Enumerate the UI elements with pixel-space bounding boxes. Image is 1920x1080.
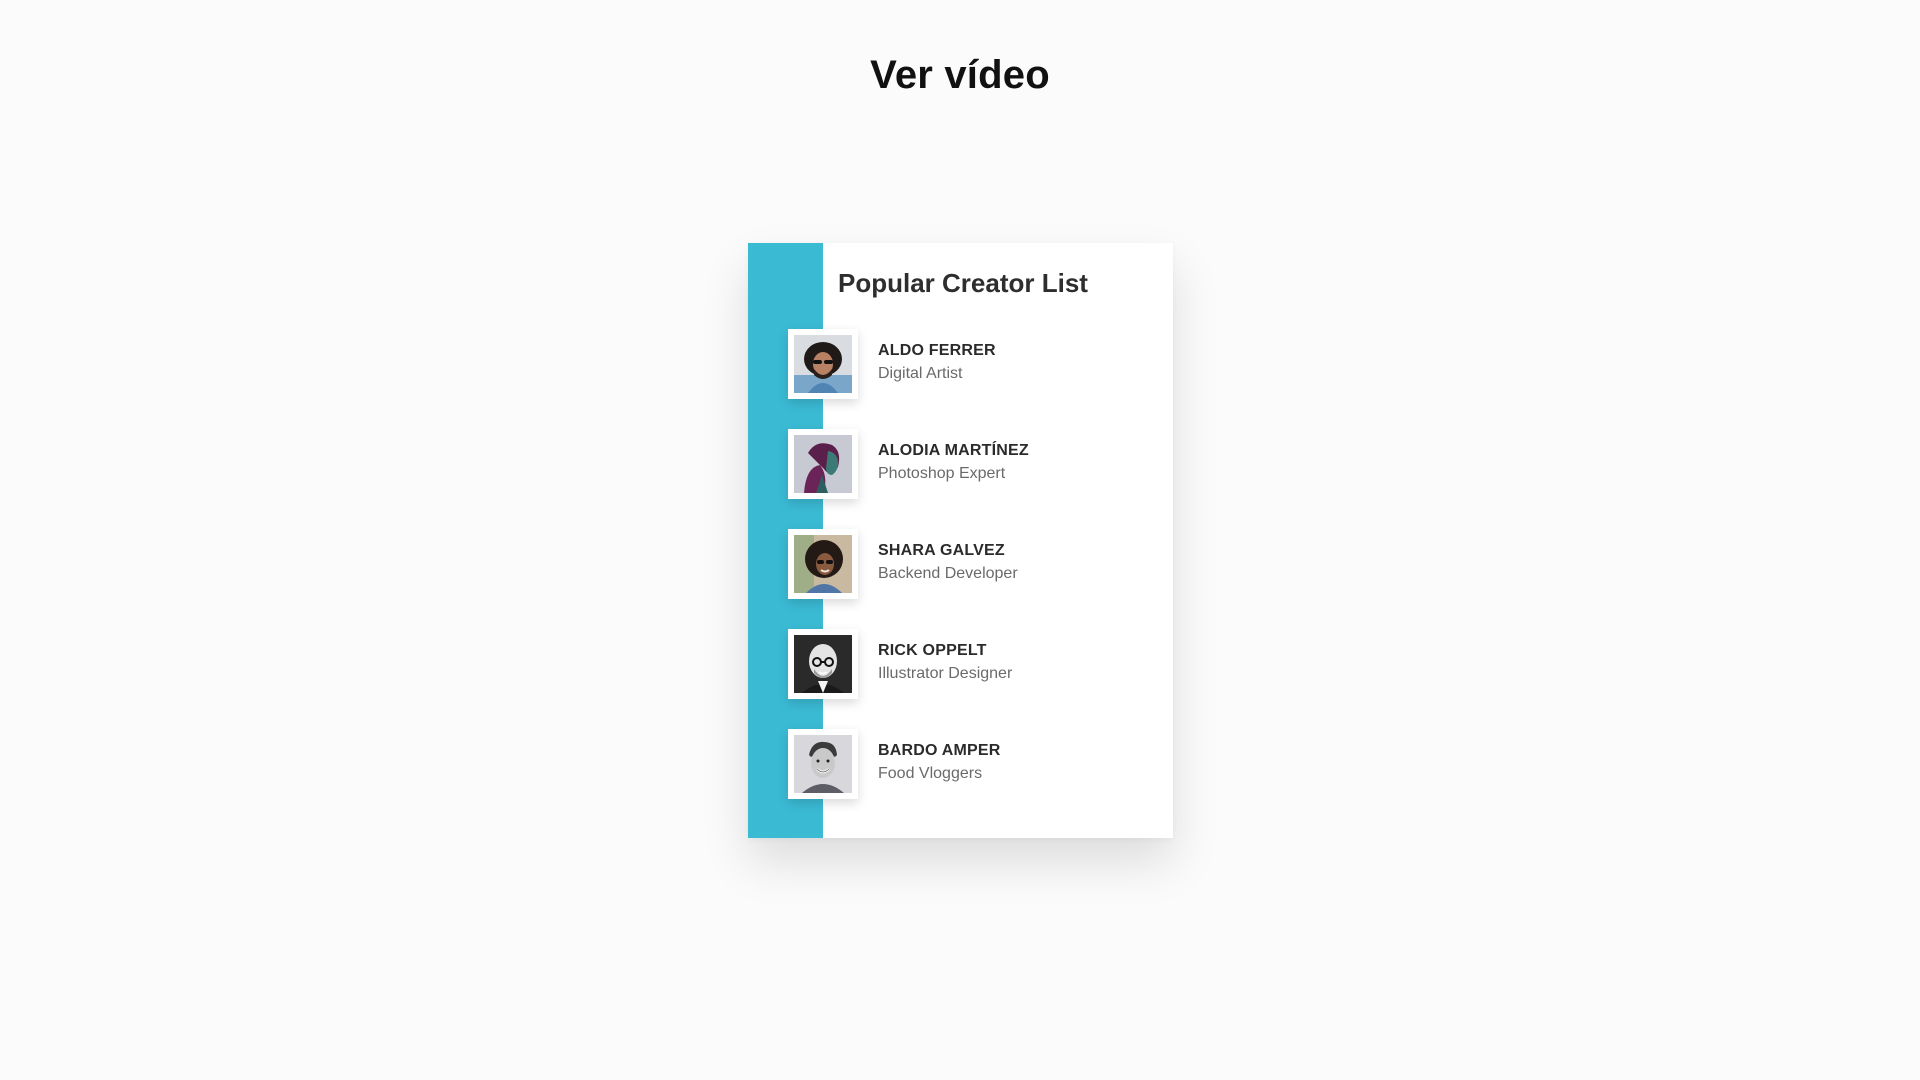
creator-role: Food Vloggers: [878, 765, 983, 782]
page-heading: Ver vídeo: [870, 52, 1050, 97]
creator-role: Illustrator Designer: [878, 665, 1013, 682]
creator-name[interactable]: ALODIA MARTÍNEZ: [878, 439, 1029, 462]
creator-role: Digital Artist: [878, 365, 963, 382]
creator-role: Backend Developer: [878, 565, 1018, 582]
avatar-man-smiling-icon: [794, 735, 852, 793]
avatar[interactable]: [788, 429, 858, 499]
avatar[interactable]: [788, 729, 858, 799]
avatar-bald-man-glasses-icon: [794, 635, 852, 693]
avatar[interactable]: [788, 329, 858, 399]
avatar[interactable]: [788, 629, 858, 699]
avatar[interactable]: [788, 529, 858, 599]
avatar-woman-profile-purple-icon: [794, 435, 852, 493]
creator-name[interactable]: SHARA GALVEZ: [878, 539, 1018, 562]
creator-name[interactable]: BARDO AMPER: [878, 739, 1001, 762]
avatar-man-curly-hair-sunglasses-icon: [794, 335, 852, 393]
card-title: Popular Creator List: [838, 268, 1088, 298]
avatar-woman-curly-hair-sunglasses-icon: [794, 535, 852, 593]
creator-name[interactable]: RICK OPPELT: [878, 639, 1012, 662]
creator-role: Photoshop Expert: [878, 465, 1006, 482]
popular-creator-card: Popular Creator List ALDO FERRER Digital…: [748, 243, 1173, 838]
creator-name[interactable]: ALDO FERRER: [878, 339, 996, 362]
